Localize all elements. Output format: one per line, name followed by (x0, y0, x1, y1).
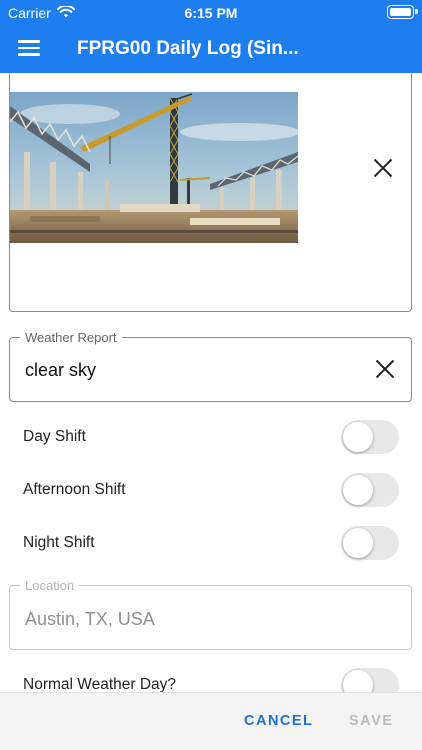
clear-weather-icon[interactable] (375, 359, 395, 379)
weather-report-value: clear sky (25, 360, 97, 380)
cancel-button[interactable]: CANCEL (244, 713, 313, 729)
app-screen: Carrier 6:15 PM FPRG00 Daily Log (Sin... (0, 0, 422, 750)
location-value: Austin, TX, USA (25, 609, 155, 629)
weather-report-label: Weather Report (20, 330, 122, 345)
location-label: Location (20, 578, 80, 593)
remove-photo-icon[interactable] (373, 158, 393, 178)
weather-report-field[interactable]: Weather Report clear sky (9, 330, 412, 402)
page-title: FPRG00 Daily Log (Sin... (77, 38, 299, 59)
day-shift-label: Day Shift (23, 428, 86, 445)
status-time: 6:15 PM (184, 5, 238, 21)
night-shift-toggle[interactable] (341, 526, 399, 560)
battery-icon (387, 5, 418, 19)
hamburger-menu-icon[interactable] (18, 40, 40, 56)
status-bar: Carrier 6:15 PM (0, 0, 422, 26)
day-shift-toggle[interactable] (341, 420, 399, 454)
app-header: Carrier 6:15 PM FPRG00 Daily Log (Sin... (0, 0, 422, 73)
save-button[interactable]: SAVE (349, 713, 393, 729)
afternoon-shift-label: Afternoon Shift (23, 481, 126, 498)
bottom-action-bar: CANCEL SAVE (0, 692, 422, 750)
afternoon-shift-toggle[interactable] (341, 473, 399, 507)
photo-card (9, 73, 412, 312)
night-shift-label: Night Shift (23, 534, 95, 551)
location-field: Location Austin, TX, USA (9, 578, 412, 650)
construction-site-photo[interactable] (10, 92, 298, 243)
